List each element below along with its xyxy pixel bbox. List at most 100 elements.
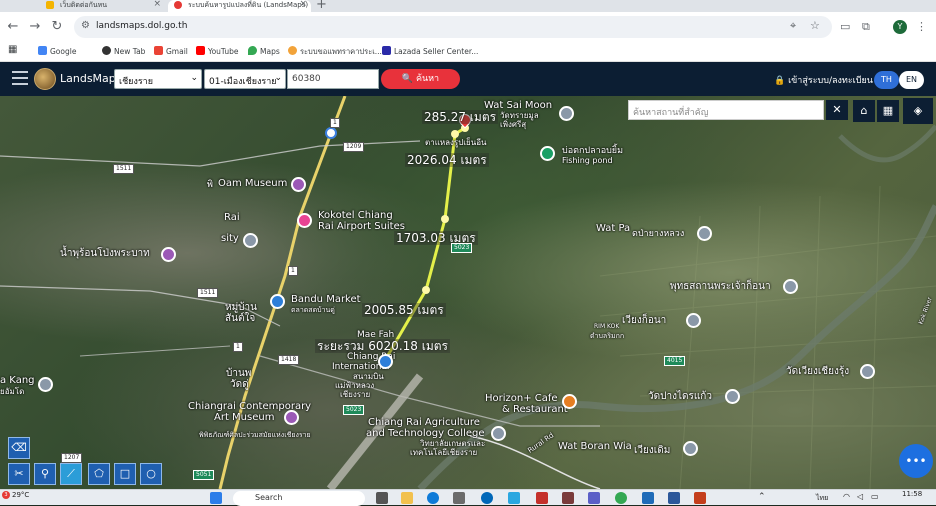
layers-icon[interactable]: ◈ <box>903 98 933 124</box>
museum-icon[interactable] <box>284 410 299 425</box>
chevron-up-icon[interactable]: ⌃ <box>758 492 766 502</box>
menu-dots-icon[interactable]: ⋮ <box>916 20 927 33</box>
bookmark-newtab[interactable]: New Tab <box>102 46 145 56</box>
temple-icon[interactable] <box>683 441 698 456</box>
cast-icon[interactable]: ▭ <box>840 20 850 33</box>
eraser-icon[interactable]: ⌫ <box>8 437 30 459</box>
airport-icon[interactable] <box>378 354 393 369</box>
place-horizon-cafe[interactable]: Horizon+ Cafe <box>485 394 558 404</box>
market-icon[interactable] <box>270 294 285 309</box>
place-a-kang[interactable]: a Kang <box>0 376 35 386</box>
word-icon[interactable] <box>668 492 680 504</box>
more-options-button[interactable]: ••• <box>899 444 933 478</box>
lang-th-button[interactable]: TH <box>874 71 899 89</box>
place-hot-spring[interactable]: น้ำพุร้อนโป่งพระบาท <box>60 249 150 259</box>
taskbar-clock[interactable]: 11:58 <box>902 491 922 498</box>
place-wat-sai-moon[interactable]: Wat Sai Moon <box>484 101 552 111</box>
powerpoint-icon[interactable] <box>694 492 706 504</box>
polygon-icon[interactable]: ⬠ <box>88 463 110 485</box>
close-search-button[interactable]: ✕ <box>826 100 848 120</box>
hotel-icon[interactable] <box>297 213 312 228</box>
bookmark-youtube[interactable]: YouTube <box>196 46 239 56</box>
bookmark-maps[interactable]: Maps <box>248 46 280 56</box>
input-language[interactable]: ไทย <box>816 493 828 504</box>
edge-icon[interactable] <box>427 492 439 504</box>
back-icon[interactable]: ← <box>4 18 22 36</box>
app-icon[interactable] <box>536 492 548 504</box>
temple-icon[interactable] <box>38 377 53 392</box>
weather-widget[interactable]: 29°C <box>12 491 29 499</box>
pin-tool-icon[interactable]: ⚲ <box>34 463 56 485</box>
temple-icon[interactable] <box>697 226 712 241</box>
rectangle-icon[interactable]: □ <box>114 463 136 485</box>
lang-en-button[interactable]: EN <box>899 71 924 89</box>
grid-icon[interactable]: ▦ <box>877 100 899 122</box>
satellite-map[interactable]: 285.27 เมตร 2026.04 เมตร 1703.03 เมตร 20… <box>0 96 936 489</box>
reload-icon[interactable]: ↻ <box>48 18 66 36</box>
temple-icon[interactable] <box>686 313 701 328</box>
app-icon[interactable] <box>562 492 574 504</box>
place-kokotel[interactable]: Kokotel Chiang <box>318 211 393 221</box>
wifi-icon[interactable]: ◠ <box>843 492 850 501</box>
museum-icon[interactable] <box>291 177 306 192</box>
temple-icon[interactable] <box>860 364 875 379</box>
place-bandu-market[interactable]: Bandu Market <box>291 295 361 305</box>
site-info-icon[interactable]: ⚙ <box>81 20 90 31</box>
apps-grid-icon[interactable]: ▦ <box>8 44 17 55</box>
district-select[interactable]: 01-เมืองเชียงราย ⌄ <box>204 69 286 89</box>
place-phutta[interactable]: พุทธสถานพระเจ้าก็อนา <box>670 282 771 292</box>
app-icon[interactable] <box>642 492 654 504</box>
close-icon[interactable]: × <box>299 0 307 9</box>
restaurant-icon[interactable] <box>562 394 577 409</box>
province-select[interactable]: เชียงราย ⌄ <box>114 69 202 89</box>
tab-landsmaps[interactable]: ระบบค้นหารูปแปลงที่ดิน (LandsMaps) × <box>168 0 311 12</box>
new-tab-icon[interactable]: + <box>316 0 327 12</box>
bookmark-pricing[interactable]: ระบบขอแพทราคาประเ... <box>288 46 382 58</box>
extensions-icon[interactable]: ⧉ <box>862 20 870 34</box>
temple-icon[interactable] <box>783 279 798 294</box>
teams-icon[interactable] <box>588 492 600 504</box>
place-wat-pa[interactable]: Wat Pa <box>596 224 630 234</box>
task-view-icon[interactable] <box>376 492 388 504</box>
avatar[interactable]: Y <box>893 20 907 34</box>
hp-icon[interactable] <box>481 492 493 504</box>
bookmark-google[interactable]: Google <box>38 46 76 56</box>
place-wiang[interactable]: เวียงก็อนา <box>622 316 666 326</box>
windows-start-icon[interactable] <box>210 492 222 504</box>
fishing-pin-icon[interactable] <box>540 146 555 161</box>
university-icon[interactable] <box>243 233 258 248</box>
chrome-icon[interactable] <box>615 492 627 504</box>
close-icon[interactable]: × <box>153 0 161 9</box>
hot-spring-icon[interactable] <box>161 247 176 262</box>
landmark-search-input[interactable]: ค้นหาสถานที่สำคัญ <box>628 100 824 120</box>
search-button[interactable]: 🔍 ค้นหา <box>381 69 460 89</box>
store-icon[interactable] <box>453 492 465 504</box>
location-icon[interactable]: ⌖ <box>790 19 796 33</box>
place-wat-boran[interactable]: Wat Boran Wia <box>558 442 632 452</box>
postcode-input[interactable]: 60380 <box>287 69 379 89</box>
home-icon[interactable]: ⌂ <box>853 100 875 122</box>
tab-contact[interactable]: เว็บติดต่อกันหน × <box>40 0 165 12</box>
address-bar[interactable]: ⚙ landsmaps.dol.go.th ⌖ ☆ <box>74 16 832 38</box>
temple-icon[interactable] <box>725 389 740 404</box>
circle-icon[interactable]: ○ <box>140 463 162 485</box>
forward-icon[interactable]: → <box>26 18 44 36</box>
place-oam-museum[interactable]: Oam Museum <box>218 179 287 189</box>
university-icon[interactable] <box>491 426 506 441</box>
taskbar-search[interactable]: Search <box>233 491 365 506</box>
scissors-icon[interactable]: ✂ <box>8 463 30 485</box>
hamburger-menu-icon[interactable] <box>12 71 28 85</box>
file-explorer-icon[interactable] <box>401 492 413 504</box>
place-wat-wiang[interactable]: วัดเวียงเชียงรุ้ง <box>786 367 849 377</box>
ruler-icon[interactable]: ⟋ <box>60 463 82 485</box>
app-icon[interactable] <box>508 492 520 504</box>
battery-icon[interactable]: ▭ <box>871 492 879 501</box>
place-agri-college[interactable]: Chiang Rai Agriculture <box>368 418 480 428</box>
temple-icon[interactable] <box>559 106 574 121</box>
bookmark-star-icon[interactable]: ☆ <box>810 19 820 32</box>
volume-icon[interactable]: ◁ <box>857 492 863 501</box>
place-wat-pang[interactable]: วัดปางไดรแก้ว <box>648 392 712 402</box>
bookmark-gmail[interactable]: Gmail <box>154 46 188 56</box>
bookmark-lazada[interactable]: Lazada Seller Center... <box>382 46 478 56</box>
login-link[interactable]: 🔒 เข้าสู่ระบบ/ลงทะเบียน <box>774 73 873 87</box>
